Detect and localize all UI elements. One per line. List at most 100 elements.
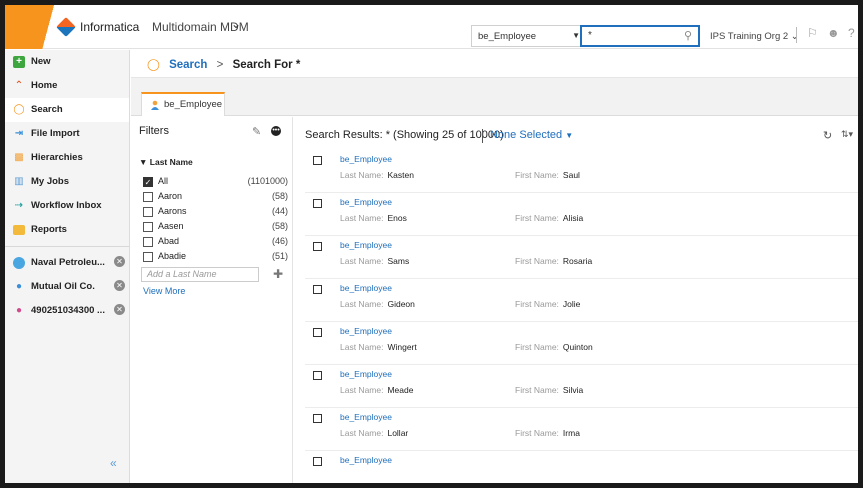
checkbox[interactable]: ✓ — [143, 177, 153, 187]
search-input[interactable]: * ⚲ — [580, 25, 700, 47]
workspace-item[interactable]: ● 490251034300 ... ✕ — [5, 299, 129, 323]
last-name-field: Last Name: Meade — [340, 385, 413, 395]
view-more-link[interactable]: View More — [143, 286, 185, 296]
first-name-value: Silvia — [562, 385, 584, 395]
sidebar-item-label: Workflow Inbox — [31, 200, 102, 211]
entity-type-select[interactable]: be_Employee ▼ — [471, 25, 587, 47]
workspace-item[interactable]: Naval Petroleu... ✕ — [5, 251, 129, 275]
sidebar-item-reports[interactable]: Reports — [5, 218, 129, 242]
checkbox[interactable] — [143, 192, 153, 202]
page-title: Search For * — [232, 59, 301, 71]
entity-type-value: be_Employee — [478, 31, 537, 42]
filter-option-label: All — [158, 176, 169, 186]
result-title-link[interactable]: be_Employee — [340, 240, 392, 250]
more-options-icon[interactable]: ••• — [271, 126, 281, 136]
close-icon[interactable]: ✕ — [114, 256, 125, 267]
add-last-name-placeholder: Add a Last Name — [147, 269, 217, 279]
first-name-value: Rosaria — [562, 256, 593, 266]
result-title-link[interactable]: be_Employee — [340, 455, 392, 465]
filter-option-count: (1101000) — [247, 176, 288, 186]
search-results-panel: Search Results: * (Showing 25 of 10000) … — [295, 117, 858, 483]
result-title-link[interactable]: be_Employee — [340, 326, 392, 336]
help-icon[interactable]: ? — [848, 26, 855, 40]
search-icon[interactable]: ⚲ — [684, 29, 692, 42]
last-name-label: Last Name: — [340, 256, 384, 266]
selection-dropdown-label: None Selected — [490, 129, 563, 141]
checkbox[interactable] — [313, 285, 322, 294]
last-name-field: Last Name: Sams — [340, 256, 409, 266]
checkbox[interactable] — [143, 222, 153, 232]
result-title-link[interactable]: be_Employee — [340, 283, 392, 293]
sidebar-item-my-jobs[interactable]: ▥ My Jobs — [5, 170, 129, 194]
selection-dropdown[interactable]: None Selected ▼ — [490, 129, 573, 141]
first-name-value: Irma — [562, 428, 580, 438]
result-title-link[interactable]: be_Employee — [340, 369, 392, 379]
result-row[interactable]: be_Employee Last Name: Enos First Name: Al… — [305, 193, 858, 236]
result-row[interactable]: be_Employee Last Name: Wingert First Name… — [305, 322, 858, 365]
result-title-link[interactable]: be_Employee — [340, 197, 392, 207]
checkbox[interactable] — [313, 414, 322, 423]
result-title-link[interactable]: be_Employee — [340, 412, 392, 422]
chevron-down-icon[interactable]: ⌄ — [231, 17, 241, 31]
workspace-item[interactable]: ● Mutual Oil Co. ✕ — [5, 275, 129, 299]
result-row[interactable]: be_Employee Last Name: Kasten First Name:… — [305, 150, 858, 193]
sidebar-item-label: File Import — [31, 128, 80, 139]
sort-icon[interactable]: ⇅▾ — [841, 129, 853, 140]
breadcrumb-spacer — [131, 78, 858, 88]
result-row[interactable]: be_Employee — [305, 451, 858, 483]
result-row[interactable]: be_Employee Last Name: Lollar First Name:… — [305, 408, 858, 451]
person-icon: ● — [15, 281, 23, 292]
last-name-value: Lollar — [387, 428, 409, 438]
filter-option-label: Aarons — [158, 206, 187, 216]
checkbox[interactable] — [313, 156, 322, 165]
sidebar-item-file-import[interactable]: ⇥ File Import — [5, 122, 129, 146]
chevron-down-icon: ⌄ — [790, 31, 799, 42]
sidebar-item-search[interactable]: ◯ Search — [5, 98, 129, 122]
filter-group-header[interactable]: ▼ Last Name — [139, 157, 193, 167]
user-icon[interactable]: ☻ — [827, 26, 840, 40]
tab-be-employee[interactable]: be_Employee — [141, 92, 225, 116]
filter-option[interactable]: Aasen (58) — [143, 221, 288, 233]
close-icon[interactable]: ✕ — [114, 280, 125, 291]
folder-icon — [13, 225, 25, 235]
plus-icon: + — [13, 56, 25, 68]
last-name-label: Last Name: — [340, 385, 384, 395]
result-row[interactable]: be_Employee Last Name: Sams First Name: Ro… — [305, 236, 858, 279]
result-title-link[interactable]: be_Employee — [340, 154, 392, 164]
last-name-label: Last Name: — [340, 299, 384, 309]
result-row[interactable]: be_Employee Last Name: Gideon First Name:… — [305, 279, 858, 322]
collapse-sidebar-icon[interactable]: « — [110, 456, 117, 470]
breadcrumb-link-search[interactable]: Search — [169, 59, 207, 71]
filters-title: Filters — [139, 125, 169, 137]
filter-option[interactable]: Aarons (44) — [143, 206, 288, 218]
filter-option[interactable]: Aaron (58) — [143, 191, 288, 203]
header-divider — [796, 27, 797, 43]
checkbox[interactable] — [313, 457, 322, 466]
filter-option[interactable]: ✓ All (1101000) — [143, 176, 288, 188]
sidebar-item-hierarchies[interactable]: ▩ Hierarchies — [5, 146, 129, 170]
sidebar-item-label: Home — [31, 80, 58, 91]
edit-icon[interactable]: ✎ — [252, 125, 261, 138]
checkbox[interactable] — [313, 242, 322, 251]
checkbox[interactable] — [313, 328, 322, 337]
checkbox[interactable] — [313, 371, 322, 380]
close-icon[interactable]: ✕ — [114, 304, 125, 315]
add-last-name-input[interactable]: Add a Last Name — [141, 267, 259, 282]
add-icon[interactable]: ✚ — [273, 267, 283, 281]
checkbox[interactable] — [143, 237, 153, 247]
org-selector[interactable]: IPS Training Org 2 ⌄ — [710, 31, 799, 42]
refresh-icon[interactable]: ↻ — [823, 129, 832, 142]
filter-option[interactable]: Abad (46) — [143, 236, 288, 248]
flag-icon[interactable]: ⚐ — [807, 26, 818, 40]
sidebar-item-new[interactable]: + New — [5, 50, 129, 74]
checkbox[interactable] — [143, 207, 153, 217]
hierarchy-icon: ▩ — [14, 152, 24, 163]
filter-option[interactable]: Abadie (51) — [143, 251, 288, 263]
filter-group-label: Last Name — [149, 157, 193, 167]
filter-option-count: (58) — [271, 221, 288, 231]
checkbox[interactable] — [143, 252, 153, 262]
sidebar-item-workflow-inbox[interactable]: ⇢ Workflow Inbox — [5, 194, 129, 218]
sidebar-item-home[interactable]: ⌃ Home — [5, 74, 129, 98]
checkbox[interactable] — [313, 199, 322, 208]
result-row[interactable]: be_Employee Last Name: Meade First Name: S… — [305, 365, 858, 408]
